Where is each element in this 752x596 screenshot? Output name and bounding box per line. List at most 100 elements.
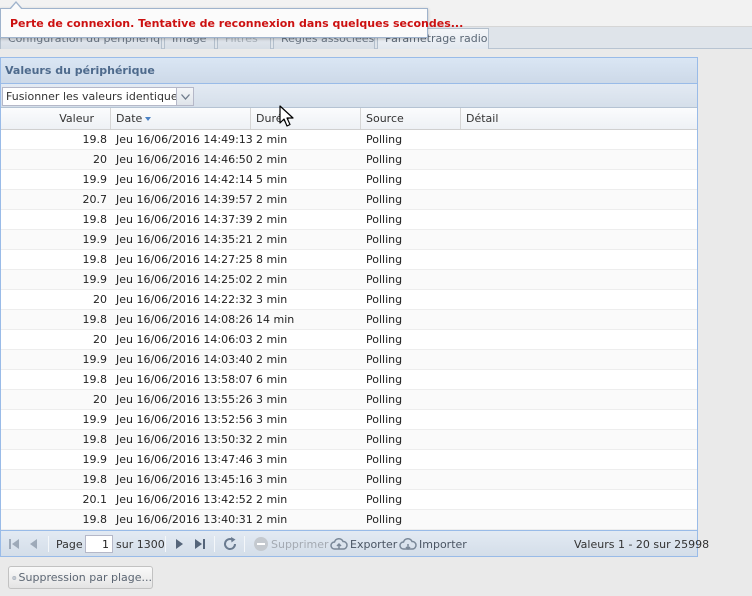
cell-source: Polling	[366, 193, 403, 206]
cell-source: Polling	[366, 213, 403, 226]
cell-valeur: 19.9	[82, 353, 108, 366]
column-header-valeur[interactable]: Valeur	[1, 108, 111, 129]
cell-source: Polling	[366, 273, 403, 286]
table-row[interactable]: 19.9 Jeu 16/06/2016 13:52:56 3 min Polling	[1, 410, 697, 430]
import-button[interactable]: Importer	[399, 535, 467, 553]
table-row[interactable]: 19.8 Jeu 16/06/2016 13:45:16 3 min Polling	[1, 470, 697, 490]
table-row[interactable]: 19.8 Jeu 16/06/2016 14:08:26 14 min Polling	[1, 310, 697, 330]
table-row[interactable]: 19.9 Jeu 16/06/2016 14:35:21 2 min Polling	[1, 230, 697, 250]
table-row[interactable]: 20 Jeu 16/06/2016 13:55:26 3 min Polling	[1, 390, 697, 410]
cell-duree: 2 min	[256, 353, 288, 366]
page-label: Page	[56, 538, 83, 551]
cell-valeur: 19.9	[82, 173, 108, 186]
cell-duree: 3 min	[256, 393, 288, 406]
cell-source: Polling	[366, 513, 403, 526]
cell-source: Polling	[366, 293, 403, 306]
cell-detail	[461, 290, 697, 310]
mouse-cursor-icon	[279, 105, 295, 132]
cell-date: Jeu 16/06/2016 14:42:14	[116, 173, 253, 186]
table-row[interactable]: 19.8 Jeu 16/06/2016 13:50:32 2 min Polling	[1, 430, 697, 450]
cell-duree: 2 min	[256, 333, 288, 346]
refresh-icon[interactable]	[222, 536, 238, 552]
cell-source: Polling	[366, 173, 403, 186]
next-page-icon[interactable]	[172, 536, 186, 552]
cell-valeur: 19.8	[82, 253, 108, 266]
cell-date: Jeu 16/06/2016 14:08:26	[116, 313, 253, 326]
cell-duree: 14 min	[256, 313, 295, 326]
cell-duree: 3 min	[256, 453, 288, 466]
cell-date: Jeu 16/06/2016 14:22:32	[116, 293, 253, 306]
table-row[interactable]: 20 Jeu 16/06/2016 14:46:50 2 min Polling	[1, 150, 697, 170]
table-row[interactable]: 19.8 Jeu 16/06/2016 14:37:39 2 min Polling	[1, 210, 697, 230]
table-row[interactable]: 19.8 Jeu 16/06/2016 13:40:31 2 min Polling	[1, 510, 697, 530]
cell-detail	[461, 310, 697, 330]
combo-value: Fusionner les valeurs identiques	[6, 90, 184, 103]
range-delete-button[interactable]: Suppression par plage...	[8, 566, 153, 589]
cell-detail	[461, 150, 697, 170]
column-header-source[interactable]: Source	[361, 108, 461, 129]
chevron-down-icon[interactable]	[176, 88, 193, 105]
cell-detail	[461, 190, 697, 210]
cell-date: Jeu 16/06/2016 14:46:50	[116, 153, 253, 166]
table-row[interactable]: 19.9 Jeu 16/06/2016 14:42:14 5 min Polling	[1, 170, 697, 190]
sort-desc-icon	[145, 117, 152, 121]
paging-toolbar: Page sur 1300 Supprimer Exporter Importe…	[1, 530, 709, 556]
last-page-icon[interactable]	[193, 536, 207, 552]
cell-duree: 8 min	[256, 253, 288, 266]
page-number-input[interactable]	[85, 535, 113, 553]
table-row[interactable]: 20 Jeu 16/06/2016 14:06:03 2 min Polling	[1, 330, 697, 350]
cell-source: Polling	[366, 313, 403, 326]
cell-duree: 3 min	[256, 413, 288, 426]
cell-duree: 2 min	[256, 233, 288, 246]
minus-circle-icon	[254, 537, 268, 551]
cell-detail	[461, 210, 697, 230]
table-row[interactable]: 19.9 Jeu 16/06/2016 13:47:46 3 min Polling	[1, 450, 697, 470]
cell-date: Jeu 16/06/2016 14:39:57	[116, 193, 253, 206]
cell-source: Polling	[366, 333, 403, 346]
table-row[interactable]: 19.9 Jeu 16/06/2016 14:25:02 2 min Polling	[1, 270, 697, 290]
cell-valeur: 20	[93, 333, 107, 346]
grid-body: 19.8 Jeu 16/06/2016 14:49:13 2 min Polling 2…	[1, 130, 697, 530]
export-button[interactable]: Exporter	[330, 535, 397, 553]
cell-valeur: 20	[93, 293, 107, 306]
grid-header: Valeur Date Durée Source Détail	[1, 108, 697, 130]
table-row[interactable]: 20.1 Jeu 16/06/2016 13:42:52 2 min Polling	[1, 490, 697, 510]
cell-date: Jeu 16/06/2016 13:55:26	[116, 393, 253, 406]
cell-duree: 3 min	[256, 473, 288, 486]
cell-date: Jeu 16/06/2016 13:58:07	[116, 373, 253, 386]
cell-valeur: 19.8	[82, 433, 108, 446]
cell-detail	[461, 170, 697, 190]
first-page-icon[interactable]	[7, 536, 21, 552]
column-header-duree[interactable]: Durée	[251, 108, 361, 129]
panel-title: Valeurs du périphérique	[1, 58, 697, 84]
cell-duree: 5 min	[256, 173, 288, 186]
merge-values-combo[interactable]: Fusionner les valeurs identiques	[2, 87, 194, 106]
cloud-upload-icon	[330, 537, 348, 550]
cell-date: Jeu 16/06/2016 13:50:32	[116, 433, 253, 446]
column-header-detail[interactable]: Détail	[461, 108, 697, 129]
cell-source: Polling	[366, 353, 403, 366]
cell-date: Jeu 16/06/2016 14:25:02	[116, 273, 253, 286]
table-row[interactable]: 19.8 Jeu 16/06/2016 14:27:25 8 min Polling	[1, 250, 697, 270]
cell-date: Jeu 16/06/2016 14:27:25	[116, 253, 253, 266]
page-count: sur 1300	[116, 538, 165, 551]
delete-button[interactable]: Supprimer	[253, 535, 329, 553]
cell-source: Polling	[366, 473, 403, 486]
table-row[interactable]: 20.7 Jeu 16/06/2016 14:39:57 2 min Polling	[1, 190, 697, 210]
cell-valeur: 19.9	[82, 233, 108, 246]
cell-valeur: 19.8	[82, 213, 108, 226]
cell-detail	[461, 130, 697, 150]
cell-duree: 2 min	[256, 433, 288, 446]
column-header-date[interactable]: Date	[111, 108, 251, 129]
prev-page-icon[interactable]	[27, 536, 41, 552]
minus-circle-icon	[12, 575, 17, 580]
table-row[interactable]: 19.8 Jeu 16/06/2016 13:58:07 6 min Polling	[1, 370, 697, 390]
table-row[interactable]: 19.8 Jeu 16/06/2016 14:49:13 2 min Polling	[1, 130, 697, 150]
cell-source: Polling	[366, 133, 403, 146]
cell-valeur: 19.9	[82, 413, 108, 426]
table-row[interactable]: 19.9 Jeu 16/06/2016 14:03:40 2 min Polling	[1, 350, 697, 370]
table-row[interactable]: 20 Jeu 16/06/2016 14:22:32 3 min Polling	[1, 290, 697, 310]
cell-date: Jeu 16/06/2016 13:40:31	[116, 513, 253, 526]
cell-date: Jeu 16/06/2016 14:49:13	[116, 133, 253, 146]
cell-detail	[461, 390, 697, 410]
